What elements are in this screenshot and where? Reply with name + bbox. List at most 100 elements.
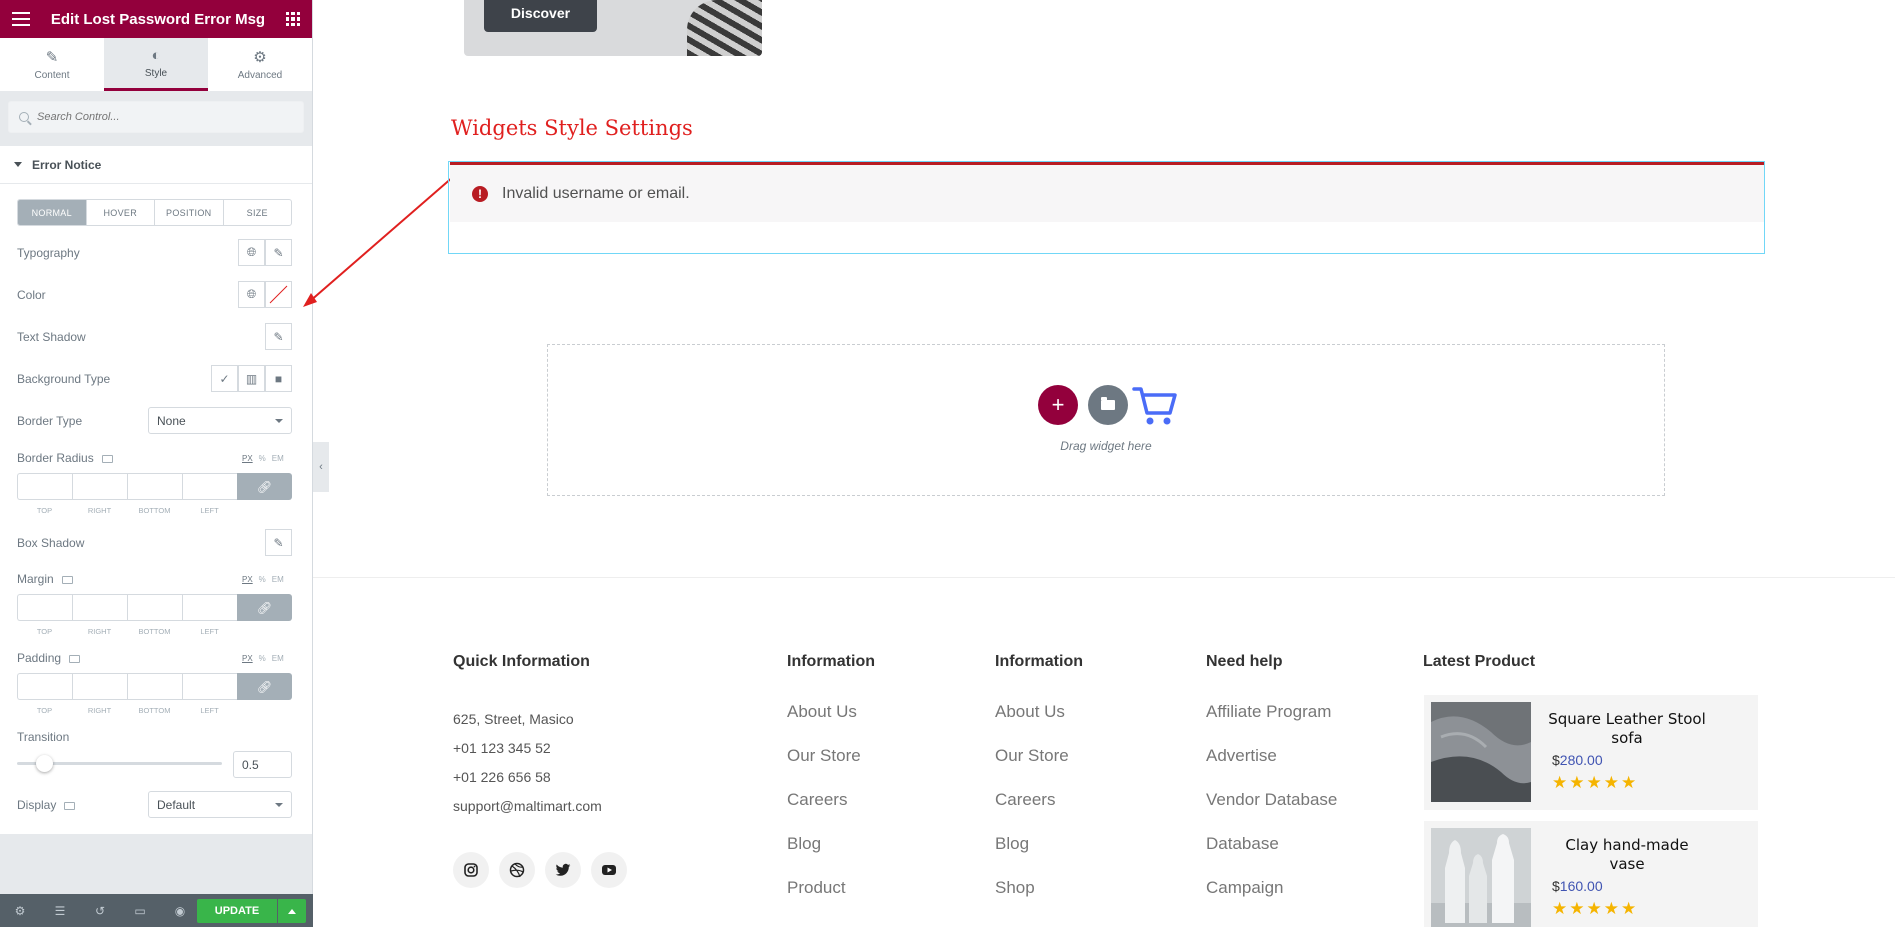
desktop-icon[interactable] <box>61 575 73 584</box>
link-values-icon[interactable]: 🔗︎ <box>237 594 292 621</box>
transition-slider[interactable] <box>17 755 222 772</box>
error-message-widget[interactable]: ! Invalid username or email. <box>448 161 1765 254</box>
padding-top-input[interactable] <box>17 673 72 700</box>
discover-button[interactable]: Discover <box>484 0 597 32</box>
state-tab-hover[interactable]: HOVER <box>87 200 155 225</box>
unit-px[interactable]: PX <box>242 575 253 584</box>
text-shadow-edit-button[interactable]: ✎ <box>265 323 292 350</box>
unit-percent[interactable]: % <box>259 654 266 663</box>
pencil-icon: ✎ <box>273 245 284 260</box>
widget-drop-zone[interactable]: + Drag widget here <box>547 344 1665 496</box>
error-exclamation-icon: ! <box>472 185 488 202</box>
typography-edit-button[interactable]: ✎ <box>265 239 292 266</box>
tab-advanced[interactable]: ⚙ Advanced <box>208 38 312 91</box>
twitter-icon[interactable] <box>545 852 581 888</box>
link-values-icon[interactable]: 🔗︎ <box>237 473 292 500</box>
footer-link-our-store[interactable]: Our Store <box>995 746 1069 766</box>
desktop-icon[interactable] <box>69 654 81 663</box>
padding-left-input[interactable] <box>182 673 237 700</box>
border-radius-left-input[interactable] <box>182 473 237 500</box>
footer-link-about-us[interactable]: About Us <box>787 702 857 722</box>
display-select[interactable]: Default <box>148 791 292 818</box>
youtube-icon[interactable] <box>591 852 627 888</box>
footer-link-product[interactable]: Product <box>787 878 846 898</box>
unit-em[interactable]: EM <box>272 575 284 584</box>
email-link[interactable]: support@maltimart.com <box>453 798 602 814</box>
update-options-button[interactable] <box>278 899 306 923</box>
border-type-select[interactable]: None <box>148 407 292 434</box>
margin-left-input[interactable] <box>182 594 237 621</box>
padding-right-input[interactable] <box>72 673 127 700</box>
transition-input[interactable]: 0.5 <box>233 751 292 778</box>
tab-style[interactable]: ◐ Style <box>104 38 208 91</box>
product-card[interactable]: Square Leather Stool sofa $280.00 ★★★★★ <box>1424 695 1758 810</box>
menu-icon[interactable] <box>12 12 30 26</box>
color-global-button[interactable]: 🌐︎ <box>238 281 265 308</box>
search-control-input[interactable] <box>37 111 277 123</box>
apps-grid-icon[interactable] <box>286 12 300 26</box>
banner-card: Discover <box>464 0 762 56</box>
section-toggle-error-notice[interactable]: Error Notice <box>0 146 312 184</box>
product-card[interactable]: Clay hand-made vase $160.00 ★★★★★ <box>1424 821 1758 927</box>
margin-bottom-input[interactable] <box>127 594 182 621</box>
bg-video-button[interactable]: ■ <box>265 365 292 392</box>
unit-px[interactable]: PX <box>242 454 253 463</box>
update-button[interactable]: UPDATE <box>197 899 277 923</box>
product-image[interactable] <box>1431 828 1531 927</box>
panel-collapse-handle[interactable]: ‹ <box>313 442 329 492</box>
border-radius-right-input[interactable] <box>72 473 127 500</box>
color-picker-swatch[interactable] <box>265 281 292 308</box>
product-image[interactable] <box>1431 702 1531 802</box>
footer-link-shop[interactable]: Shop <box>995 878 1035 898</box>
panel-footer: ⚙ ☰ ↺ ▭ ◉ UPDATE <box>0 894 313 927</box>
add-template-button[interactable] <box>1088 385 1128 425</box>
bg-gradient-button[interactable]: ▥ <box>238 365 265 392</box>
footer-link-vendor-database[interactable]: Vendor Database <box>1206 790 1337 810</box>
responsive-mode-icon[interactable]: ▭ <box>120 894 160 927</box>
border-radius-top-input[interactable] <box>17 473 72 500</box>
link-values-icon[interactable]: 🔗︎ <box>237 673 292 700</box>
add-section-button[interactable]: + <box>1038 385 1078 425</box>
typography-global-button[interactable]: 🌐︎ <box>238 239 265 266</box>
cart-icon[interactable] <box>1132 383 1178 427</box>
unit-percent[interactable]: % <box>259 575 266 584</box>
footer-link-blog[interactable]: Blog <box>787 834 821 854</box>
preview-eye-icon[interactable]: ◉ <box>160 894 200 927</box>
footer-link-advertise[interactable]: Advertise <box>1206 746 1277 766</box>
margin-right-input[interactable] <box>72 594 127 621</box>
pencil-icon: ✎ <box>45 49 59 66</box>
need-help-title: Need help <box>1206 653 1283 670</box>
navigator-layers-icon[interactable]: ☰ <box>40 894 80 927</box>
footer-link-careers[interactable]: Careers <box>995 790 1055 810</box>
dribbble-icon[interactable] <box>499 852 535 888</box>
state-tab-normal[interactable]: NORMAL <box>18 200 87 225</box>
footer-link-blog[interactable]: Blog <box>995 834 1029 854</box>
unit-em[interactable]: EM <box>272 654 284 663</box>
border-radius-bottom-input[interactable] <box>127 473 182 500</box>
footer-link-about-us[interactable]: About Us <box>995 702 1065 722</box>
footer-link-affiliate-program[interactable]: Affiliate Program <box>1206 702 1331 722</box>
state-tab-size[interactable]: SIZE <box>224 200 292 225</box>
history-icon[interactable]: ↺ <box>80 894 120 927</box>
footer-link-campaign[interactable]: Campaign <box>1206 878 1284 898</box>
slider-handle[interactable] <box>36 755 53 772</box>
footer-link-our-store[interactable]: Our Store <box>787 746 861 766</box>
state-tab-position[interactable]: POSITION <box>155 200 224 225</box>
tab-content[interactable]: ✎ Content <box>0 38 104 91</box>
box-shadow-edit-button[interactable]: ✎ <box>265 529 292 556</box>
unit-em[interactable]: EM <box>272 454 284 463</box>
footer-link-database[interactable]: Database <box>1206 834 1279 854</box>
unit-percent[interactable]: % <box>259 454 266 463</box>
margin-top-input[interactable] <box>17 594 72 621</box>
unit-px[interactable]: PX <box>242 654 253 663</box>
footer-link-careers[interactable]: Careers <box>787 790 847 810</box>
settings-gear-icon[interactable]: ⚙ <box>0 894 40 927</box>
dim-label-right: RIGHT <box>87 506 112 515</box>
padding-bottom-input[interactable] <box>127 673 182 700</box>
bg-classic-button[interactable]: ✓ <box>211 365 238 392</box>
product-name[interactable]: Square Leather Stool sofa <box>1547 710 1707 748</box>
desktop-icon[interactable] <box>101 454 113 463</box>
instagram-icon[interactable] <box>453 852 489 888</box>
desktop-icon[interactable] <box>64 801 76 810</box>
product-name[interactable]: Clay hand-made vase <box>1547 836 1707 874</box>
